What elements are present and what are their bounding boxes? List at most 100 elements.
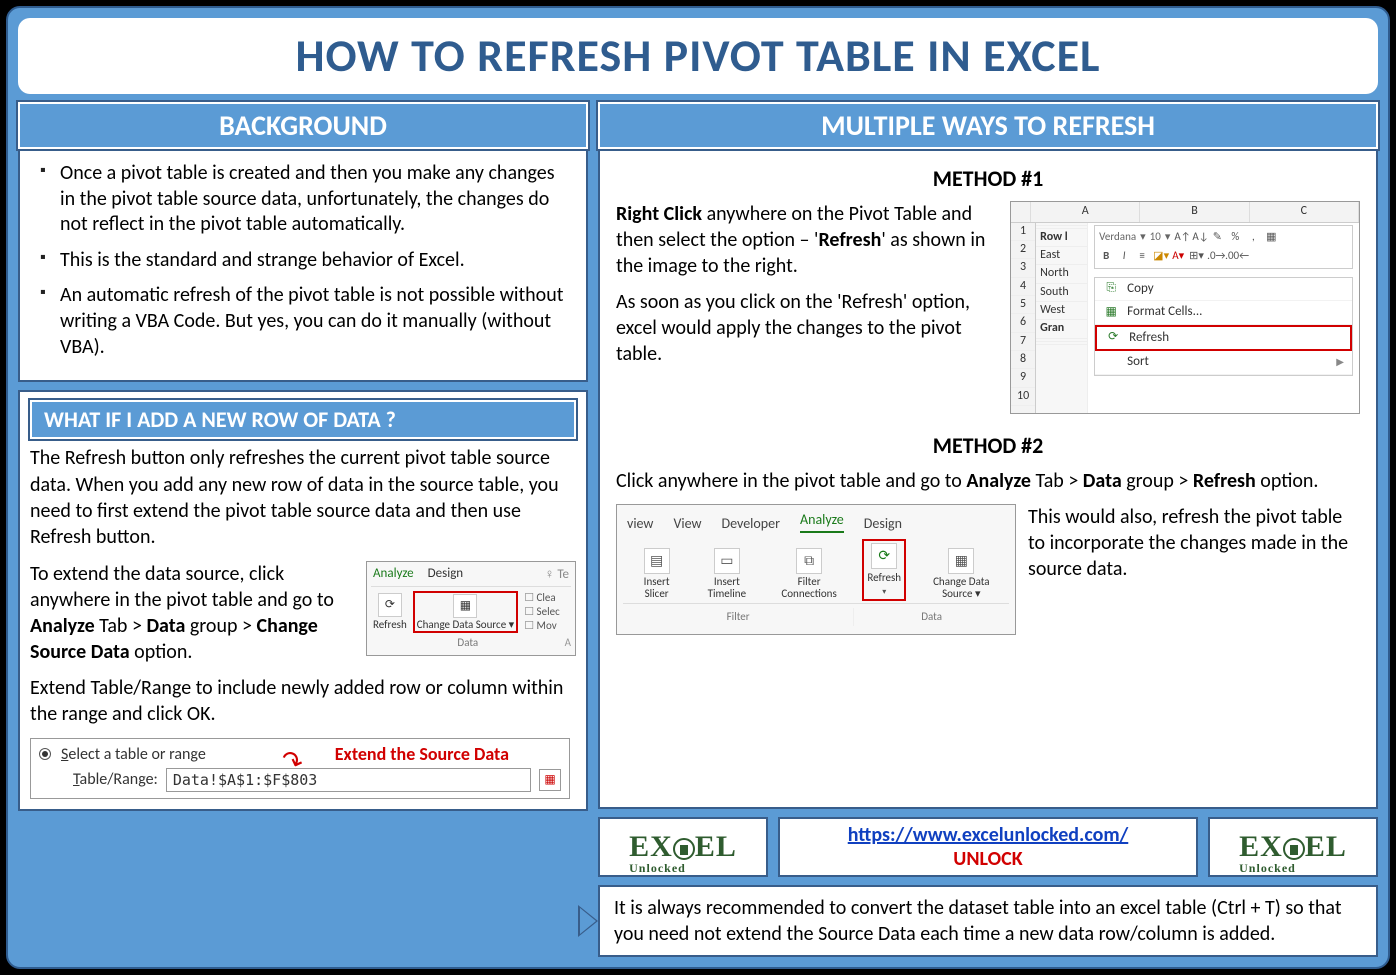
- refresh-button[interactable]: ⟳ Refresh: [371, 592, 409, 632]
- change-data-source-button[interactable]: ▦ Change Data Source ▾: [413, 591, 518, 634]
- cell[interactable]: West: [1036, 302, 1087, 320]
- ribbon-tab-analyze[interactable]: Analyze: [373, 566, 414, 582]
- text-span: group >: [1122, 469, 1193, 493]
- btn-label: Insert Slicer: [634, 576, 680, 599]
- logo-right: EXELUnlocked: [1208, 817, 1378, 877]
- ribbon-tab[interactable]: Developer: [722, 515, 780, 533]
- data-source-icon: ▦: [453, 594, 477, 618]
- ribbon-tab-analyze[interactable]: Analyze: [800, 511, 844, 533]
- text-span: option.: [1256, 469, 1319, 493]
- logo-sub: Unlocked: [1239, 861, 1296, 876]
- context-menu: ⎘Copy ▦Format Cells... ⟳Refresh Sort ▶: [1094, 277, 1353, 377]
- filter-connections-button[interactable]: ⧉Filter Connections: [771, 546, 847, 601]
- comma-icon[interactable]: ,: [1246, 230, 1260, 244]
- percent-icon[interactable]: %: [1228, 230, 1242, 244]
- tip-text: It is always recommended to convert the …: [614, 896, 1342, 946]
- menu-format-cells[interactable]: ▦Format Cells...: [1095, 301, 1352, 325]
- row-num[interactable]: 4: [1011, 278, 1035, 296]
- clear-option[interactable]: Clea: [524, 591, 560, 604]
- borders-icon[interactable]: ⊞▾: [1189, 249, 1203, 263]
- cell[interactable]: North: [1036, 265, 1087, 283]
- copy-icon: ⎘: [1103, 281, 1119, 297]
- cell[interactable]: [1036, 342, 1087, 345]
- slicer-icon: ▤: [644, 548, 670, 574]
- tip-box: It is always recommended to convert the …: [598, 885, 1378, 957]
- dropdown-arrow-icon: ▾: [882, 587, 886, 597]
- bold-icon[interactable]: B: [1099, 249, 1113, 263]
- whatif-row: To extend the data source, click anywher…: [30, 561, 576, 675]
- radio-button[interactable]: [39, 748, 51, 760]
- sort-icon: [1103, 355, 1119, 371]
- insert-slicer-button[interactable]: ▤Insert Slicer: [631, 546, 683, 601]
- cell[interactable]: South: [1036, 284, 1087, 302]
- row-num[interactable]: 3: [1011, 259, 1035, 277]
- text-span: Tab >: [95, 614, 147, 638]
- submenu-arrow-icon: ▶: [1336, 356, 1344, 369]
- ribbon-tab[interactable]: Design: [864, 515, 902, 533]
- cell[interactable]: Row l: [1036, 229, 1087, 247]
- cell[interactable]: Gran: [1036, 320, 1087, 338]
- move-option[interactable]: Mov: [524, 619, 560, 632]
- corner-cell[interactable]: [1011, 202, 1031, 221]
- infographic-page: HOW TO REFRESH PIVOT TABLE IN EXCEL BACK…: [6, 6, 1390, 969]
- format-cells-icon: ▦: [1103, 304, 1119, 320]
- text-span: Tab >: [1031, 469, 1083, 493]
- logo-left: EXELUnlocked EXCEL: [598, 817, 768, 877]
- decrease-font-icon[interactable]: A↓: [1192, 230, 1206, 244]
- row-num[interactable]: 7: [1011, 333, 1035, 351]
- ribbon-tab-design[interactable]: Design: [428, 566, 463, 582]
- row-num[interactable]: 1: [1011, 223, 1035, 241]
- change-data-source-button[interactable]: ▦Change Data Source ▾: [921, 546, 1001, 601]
- bold-text: Data: [146, 614, 185, 638]
- group-name: Data: [457, 636, 478, 649]
- menu-label: Sort: [1127, 354, 1149, 371]
- background-header: BACKGROUND: [18, 102, 588, 149]
- range-input[interactable]: Data!$A$1:$F$803: [166, 768, 531, 792]
- page-title: HOW TO REFRESH PIVOT TABLE IN EXCEL: [38, 28, 1358, 84]
- col-header[interactable]: B: [1140, 202, 1249, 221]
- range-picker-icon[interactable]: ▦: [539, 769, 561, 791]
- group-filter: Filter: [623, 608, 854, 626]
- font-size[interactable]: 10: [1150, 230, 1161, 244]
- ribbon-tab[interactable]: view: [627, 515, 653, 533]
- align-icon[interactable]: ≡: [1135, 249, 1149, 263]
- text-span: group >: [185, 614, 256, 638]
- col-header[interactable]: C: [1250, 202, 1359, 221]
- group-data: Data: [854, 608, 1009, 626]
- bg-item: This is the standard and strange behavio…: [36, 248, 570, 274]
- menu-label: Refresh: [1129, 330, 1169, 347]
- tell-me[interactable]: ♀ Te: [545, 566, 569, 582]
- whatif-p3: Extend Table/Range to include newly adde…: [30, 675, 576, 728]
- row-num[interactable]: 10: [1011, 388, 1035, 406]
- mock-change-source-ribbon: Analyze Design ♀ Te ⟳ Refresh ▦ Chang: [366, 561, 576, 657]
- refresh-button[interactable]: ⟳Refresh▾: [862, 539, 906, 601]
- btn-label: Change Data Source ▾: [924, 576, 998, 599]
- ribbon-tab[interactable]: View: [673, 515, 701, 533]
- row-num[interactable]: 9: [1011, 369, 1035, 387]
- site-link[interactable]: https://www.excelunlocked.com/: [848, 823, 1129, 847]
- font-color-icon[interactable]: A▾: [1171, 249, 1185, 263]
- menu-copy[interactable]: ⎘Copy: [1095, 278, 1352, 302]
- col-header[interactable]: A: [1031, 202, 1140, 221]
- cells-icon[interactable]: ▦: [1264, 230, 1278, 244]
- decrease-decimal-icon[interactable]: .00←: [1225, 249, 1239, 263]
- menu-sort[interactable]: Sort ▶: [1095, 351, 1352, 375]
- row-num[interactable]: 2: [1011, 241, 1035, 259]
- row-num[interactable]: 5: [1011, 296, 1035, 314]
- row-num[interactable]: 6: [1011, 314, 1035, 332]
- field-label: Table/Range:: [73, 770, 158, 789]
- format-painter-icon[interactable]: ✎: [1210, 230, 1224, 244]
- increase-decimal-icon[interactable]: .0→: [1207, 249, 1221, 263]
- method1-label: METHOD #1: [616, 165, 1360, 193]
- row-num[interactable]: 8: [1011, 351, 1035, 369]
- increase-font-icon[interactable]: A↑: [1174, 230, 1188, 244]
- font-name[interactable]: Verdana: [1099, 230, 1136, 244]
- select-option[interactable]: Selec: [524, 605, 560, 618]
- fill-color-icon[interactable]: ◪▾: [1153, 249, 1167, 263]
- menu-refresh[interactable]: ⟳Refresh: [1095, 325, 1352, 352]
- cell[interactable]: East: [1036, 247, 1087, 265]
- content-columns: BACKGROUND Once a pivot table is created…: [18, 102, 1378, 957]
- italic-icon[interactable]: I: [1117, 249, 1131, 263]
- bold-text: Analyze: [966, 469, 1031, 493]
- insert-timeline-button[interactable]: ▭Insert Timeline: [698, 546, 756, 601]
